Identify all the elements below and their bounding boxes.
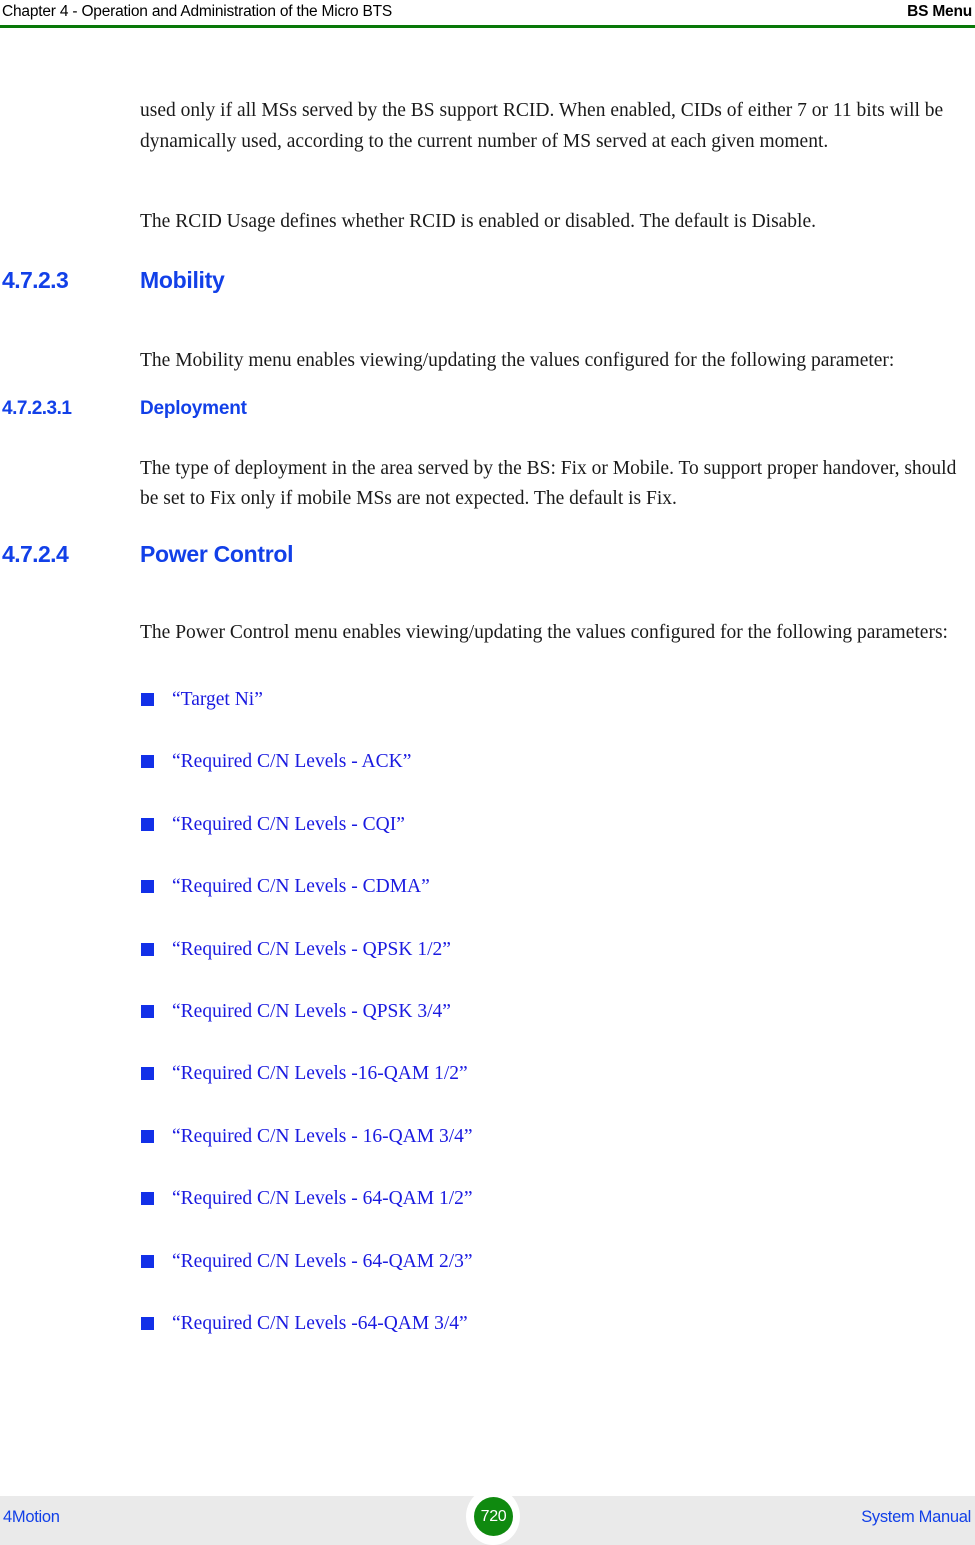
list-item[interactable]: “Required C/N Levels -16-QAM 1/2” xyxy=(0,1060,975,1122)
list-item[interactable]: “Required C/N Levels - QPSK 3/4” xyxy=(0,998,975,1060)
heading-title: Mobility xyxy=(140,267,225,293)
header-chapter-title: Chapter 4 - Operation and Administration… xyxy=(2,3,393,20)
header-divider-rule xyxy=(0,25,975,28)
list-item[interactable]: “Required C/N Levels - ACK” xyxy=(0,748,975,810)
square-bullet-icon xyxy=(141,880,154,894)
footer-document-name: System Manual xyxy=(861,1508,971,1526)
parameter-link[interactable]: “Required C/N Levels - QPSK 3/4” xyxy=(172,998,451,1026)
square-bullet-icon xyxy=(141,1067,154,1081)
list-item[interactable]: “Required C/N Levels - 16-QAM 3/4” xyxy=(0,1123,975,1185)
square-bullet-icon xyxy=(141,1004,154,1018)
paragraph-mobility-intro: The Mobility menu enables viewing/updati… xyxy=(140,349,895,371)
paragraph-power-control-intro: The Power Control menu enables viewing/u… xyxy=(140,621,948,643)
heading-number: 4.7.2.3 xyxy=(2,267,69,293)
square-bullet-icon xyxy=(141,817,154,831)
square-bullet-icon xyxy=(141,1192,154,1206)
square-bullet-icon xyxy=(141,1316,154,1330)
paragraph-rcid-usage: The RCID Usage defines whether RCID is e… xyxy=(140,210,817,232)
parameter-link[interactable]: “Required C/N Levels - CQI” xyxy=(172,811,405,839)
page-header: Chapter 4 - Operation and Administration… xyxy=(0,0,975,26)
paragraph-deployment-description: The type of deployment in the area serve… xyxy=(140,457,957,509)
list-item[interactable]: “Target Ni” xyxy=(0,686,975,748)
square-bullet-icon xyxy=(141,755,154,769)
parameter-link[interactable]: “Required C/N Levels - CDMA” xyxy=(172,873,430,901)
heading-number: 4.7.2.4 xyxy=(2,541,69,567)
square-bullet-icon xyxy=(141,693,154,706)
parameter-link-list: “Target Ni” “Required C/N Levels - ACK” … xyxy=(0,686,975,1372)
header-section-title: BS Menu xyxy=(907,3,972,20)
paragraph-rcid-continued: used only if all MSs served by the BS su… xyxy=(140,99,944,152)
page-footer: 4Motion 720 System Manual xyxy=(0,1488,975,1545)
parameter-link[interactable]: “Required C/N Levels - 64-QAM 1/2” xyxy=(172,1185,473,1213)
list-item[interactable]: “Required C/N Levels -64-QAM 3/4” xyxy=(0,1310,975,1372)
list-item[interactable]: “Required C/N Levels - CQI” xyxy=(0,811,975,873)
page-number-container: 720 xyxy=(466,1488,520,1545)
list-item[interactable]: “Required C/N Levels - CDMA” xyxy=(0,873,975,935)
square-bullet-icon xyxy=(141,1254,154,1268)
heading-4-7-2-4-power-control: 4.7.2.4 Power Control xyxy=(0,541,975,575)
parameter-link[interactable]: “Required C/N Levels - 16-QAM 3/4” xyxy=(172,1123,473,1151)
parameter-link[interactable]: “Required C/N Levels - ACK” xyxy=(172,748,411,776)
heading-title: Power Control xyxy=(140,541,294,567)
square-bullet-icon xyxy=(141,942,154,956)
parameter-link[interactable]: “Target Ni” xyxy=(172,686,263,714)
parameter-link[interactable]: “Required C/N Levels -16-QAM 1/2” xyxy=(172,1060,468,1088)
list-item[interactable]: “Required C/N Levels - QPSK 1/2” xyxy=(0,936,975,998)
list-item[interactable]: “Required C/N Levels - 64-QAM 2/3” xyxy=(0,1248,975,1310)
page-number-badge: 720 xyxy=(474,1497,513,1536)
heading-4-7-2-3-1-deployment: 4.7.2.3.1 Deployment xyxy=(0,398,975,426)
parameter-link[interactable]: “Required C/N Levels -64-QAM 3/4” xyxy=(172,1310,468,1338)
heading-title: Deployment xyxy=(140,398,247,419)
square-bullet-icon xyxy=(141,1129,154,1143)
footer-product-name: 4Motion xyxy=(3,1508,60,1526)
heading-number: 4.7.2.3.1 xyxy=(2,398,72,419)
heading-4-7-2-3-mobility: 4.7.2.3 Mobility xyxy=(0,267,975,301)
list-item[interactable]: “Required C/N Levels - 64-QAM 1/2” xyxy=(0,1185,975,1247)
parameter-link[interactable]: “Required C/N Levels - 64-QAM 2/3” xyxy=(172,1248,473,1276)
parameter-link[interactable]: “Required C/N Levels - QPSK 1/2” xyxy=(172,936,451,964)
